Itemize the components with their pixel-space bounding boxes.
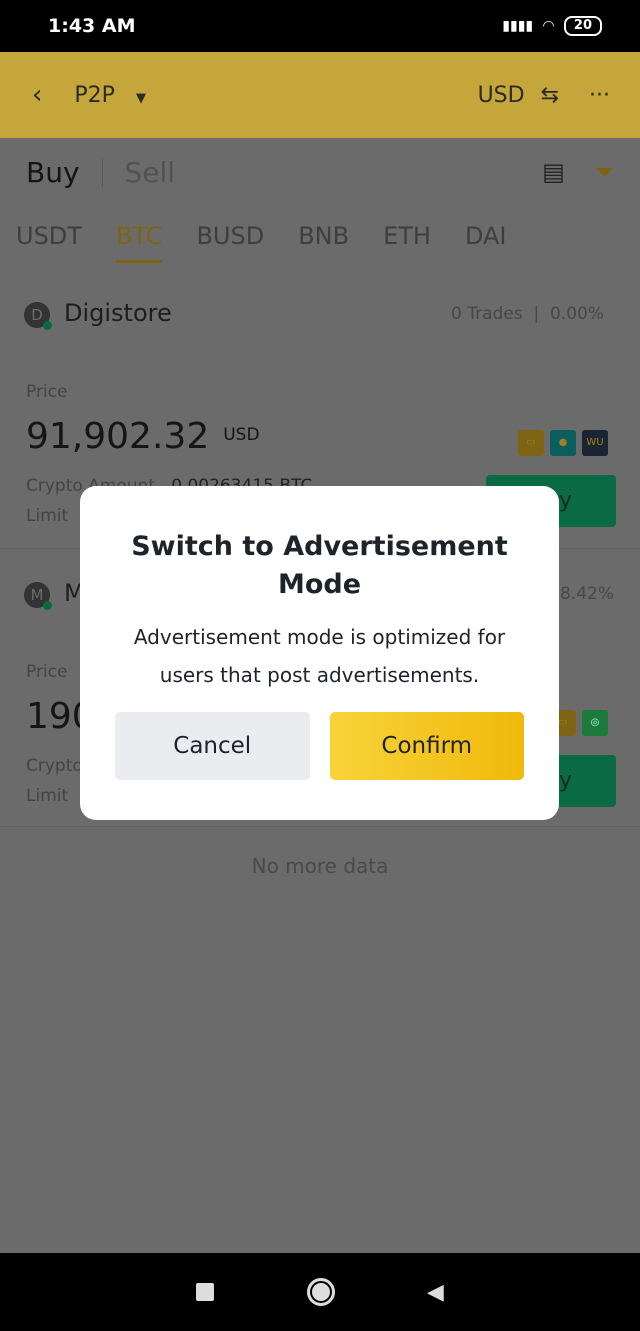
navigation-bar: ◀ xyxy=(0,1253,640,1331)
home-icon[interactable] xyxy=(306,1278,335,1306)
dialog-title: Switch to Advertisement Mode xyxy=(131,531,508,600)
dialog-message: Advertisement mode is optimized for user… xyxy=(133,625,506,687)
wifi-icon: ◠ xyxy=(543,18,554,34)
advertisement-mode-dialog: Switch to Advertisement Mode Advertiseme… xyxy=(80,486,559,820)
clock: 1:43 AM xyxy=(48,15,136,37)
confirm-button[interactable]: Confirm xyxy=(329,712,524,780)
cancel-button[interactable]: Cancel xyxy=(115,712,310,780)
signal-icon: ▮▮▮▮ xyxy=(502,18,534,34)
recents-icon[interactable] xyxy=(196,1283,215,1301)
battery-icon: 20 xyxy=(563,16,602,36)
status-bar: 1:43 AM ▮▮▮▮ ◠ 20 xyxy=(0,0,640,52)
back-nav-icon[interactable]: ◀ xyxy=(427,1280,444,1305)
